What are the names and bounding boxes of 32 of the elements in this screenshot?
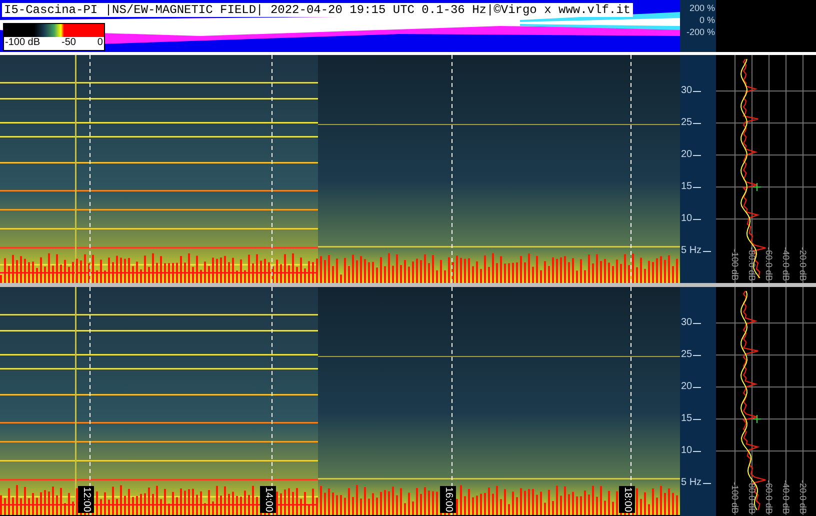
frequency-tick-label: 20 [680,380,692,394]
db-scale-label: -100 dB [730,482,740,514]
frequency-tick-label: 15 [680,180,692,194]
db-scale-label: -60.0 dB [764,480,774,514]
db-scale-label: -20.0 dB [798,480,808,514]
db-scale-label: -80.0 dB [747,480,757,514]
db-scale-label: -60.0 dB [764,246,774,281]
percent-tick-label: -200 % [686,26,715,38]
time-label: 14:00 [260,486,276,513]
time-label: 18:00 [619,486,635,513]
frequency-tick-label: 25 [680,116,692,130]
frequency-tick-label: 25 [680,348,692,362]
db-scale-label: -20.0 dB [798,246,808,281]
frequency-tick-label: 10 [680,444,692,458]
percent-tick-label: 0 % [699,14,715,26]
frequency-tick-label: 10 [680,212,692,226]
frequency-tick-label: 30 [680,316,692,330]
frequency-tick-label: 15 [680,412,692,426]
db-scale-label: -100 dB [730,249,740,281]
db-scale-label: -40.0 dB [781,246,791,281]
time-label: 16:00 [440,486,456,513]
db-scale-label: -40.0 dB [781,480,791,514]
colorbar-label: -50 [62,37,76,48]
time-label: 12:00 [78,486,94,513]
db-scale-label: -80.0 dB [747,246,757,281]
frequency-tick-label: 30 [680,84,692,98]
colorbar-label: -100 dB [5,37,40,48]
percent-tick-label: 200 % [689,2,715,14]
frequency-tick-label: 5 Hz [680,244,702,258]
frequency-tick-label: 20 [680,148,692,162]
frequency-tick-label: 5 Hz [680,476,702,490]
colorbar-label: 0 [97,37,103,48]
